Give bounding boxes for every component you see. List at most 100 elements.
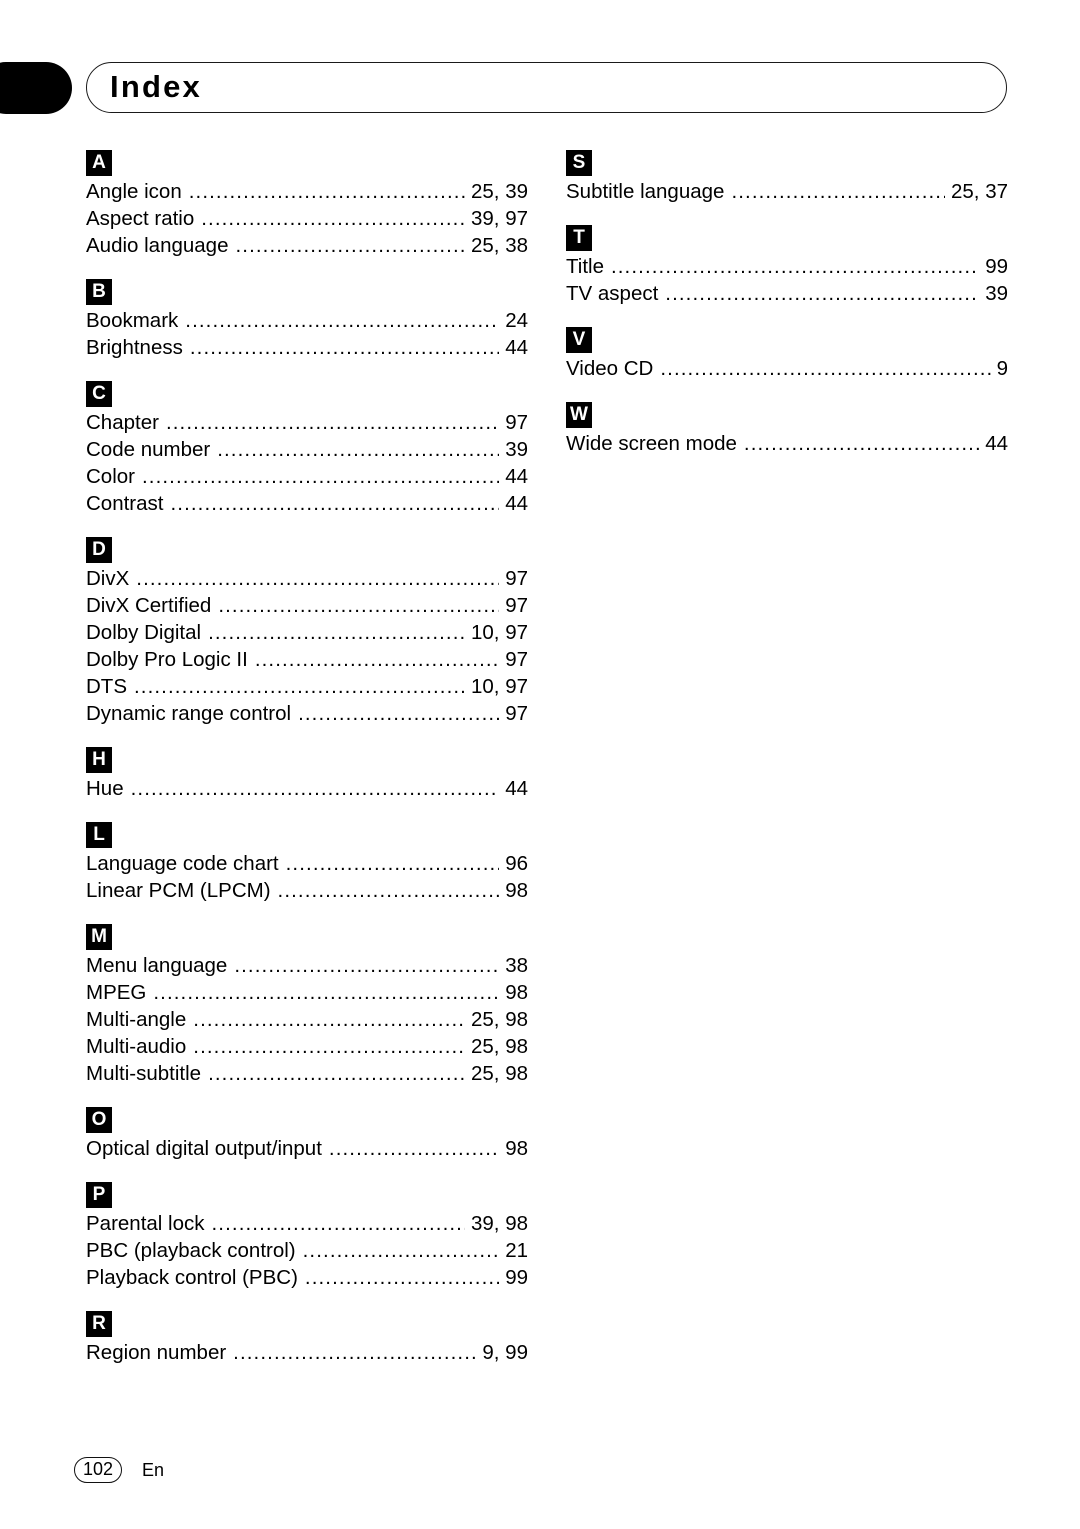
dot-leader xyxy=(255,646,499,673)
dot-leader xyxy=(744,430,979,457)
dot-leader xyxy=(278,877,500,904)
dot-leader xyxy=(190,334,499,361)
dot-leader xyxy=(611,253,979,280)
page-number-badge: 102 xyxy=(74,1457,122,1483)
index-entry[interactable]: Optical digital output/input 98 xyxy=(86,1135,528,1162)
index-entry-term: Hue xyxy=(86,777,124,800)
index-entry[interactable]: Hue 44 xyxy=(86,775,528,802)
index-entry-term: Chapter xyxy=(86,411,159,434)
index-section-r: R Region number 9, 99 xyxy=(86,1311,528,1366)
index-entry[interactable]: MPEG 98 xyxy=(86,979,528,1006)
index-entry[interactable]: Dolby Digital 10, 97 xyxy=(86,619,528,646)
dot-leader xyxy=(218,592,499,619)
index-entry[interactable]: Chapter 97 xyxy=(86,409,528,436)
dot-leader xyxy=(193,1033,465,1060)
dot-leader xyxy=(329,1135,499,1162)
index-entry[interactable]: Subtitle language 25, 37 xyxy=(566,178,1008,205)
index-entry-term: Angle icon xyxy=(86,180,182,203)
index-section-h: H Hue 44 xyxy=(86,747,528,802)
index-column-left: A Angle icon 25, 39Aspect ratio39, 97Audio… xyxy=(86,150,528,1366)
index-entry[interactable]: Playback control (PBC) 99 xyxy=(86,1264,528,1291)
index-entry[interactable]: Aspect ratio 39, 97 xyxy=(86,205,528,232)
index-entry-page-number: 39 xyxy=(985,282,1008,305)
index-entry[interactable]: TV aspect 39 xyxy=(566,280,1008,307)
index-entry[interactable]: Code number 39 xyxy=(86,436,528,463)
index-entry-term: Audio language xyxy=(86,234,229,257)
dot-leader xyxy=(166,409,499,436)
dot-leader xyxy=(665,280,979,307)
index-entry[interactable]: Dolby Pro Logic II 97 xyxy=(86,646,528,673)
index-entry-term: Subtitle language xyxy=(566,180,725,203)
index-entry[interactable]: DTS 10, 97 xyxy=(86,673,528,700)
index-entry[interactable]: Contrast 44 xyxy=(86,490,528,517)
index-entry[interactable]: Region number 9, 99 xyxy=(86,1339,528,1366)
index-entry-page-number: 25, 98 xyxy=(471,1008,528,1031)
index-entry[interactable]: Language code chart 96 xyxy=(86,850,528,877)
index-section-c: C Chapter 97 Code number 39 Color 44 Contrast 44 xyxy=(86,381,528,517)
index-entry-term: Aspect ratio xyxy=(86,207,195,230)
index-entry-page-number: 97 xyxy=(505,411,528,434)
index-entry[interactable]: Multi-audio 25, 98 xyxy=(86,1033,528,1060)
index-entry-page-number: 38 xyxy=(505,954,528,977)
section-letter-badge: D xyxy=(86,537,112,563)
index-entry-page-number: 9, 99 xyxy=(482,1341,528,1364)
index-entry-term: Video CD xyxy=(566,357,654,380)
index-entry[interactable]: Video CD 9 xyxy=(566,355,1008,382)
section-letter-badge: L xyxy=(86,822,112,848)
page-footer: 102 En xyxy=(0,1457,1080,1497)
index-entry[interactable]: Color 44 xyxy=(86,463,528,490)
index-entry-term: Dynamic range control xyxy=(86,702,292,725)
index-section-d: D DivX 97 DivX Certified 97 Dolby Digital 10, … xyxy=(86,537,528,727)
index-entry-page-number: 96 xyxy=(505,852,528,875)
dot-leader xyxy=(233,1339,476,1366)
section-letter-badge: A xyxy=(86,150,112,176)
page-title: Index xyxy=(110,69,202,104)
index-entry[interactable]: Menu language 38 xyxy=(86,952,528,979)
index-entry[interactable]: PBC (playback control) 21 xyxy=(86,1237,528,1264)
index-entry[interactable]: DivX Certified 97 xyxy=(86,592,528,619)
index-entry[interactable]: Bookmark 24 xyxy=(86,307,528,334)
index-entry-term: Multi-angle xyxy=(86,1008,187,1031)
index-entry[interactable]: DivX 97 xyxy=(86,565,528,592)
index-entry-term: Color xyxy=(86,465,135,488)
index-entry[interactable]: Parental lock 39, 98 xyxy=(86,1210,528,1237)
index-entry[interactable]: Title 99 xyxy=(566,253,1008,280)
index-entry-term: Contrast xyxy=(86,492,164,515)
dot-leader xyxy=(170,490,499,517)
index-entry-page-number: 10, 97 xyxy=(471,621,528,644)
index-entry-term: Menu language xyxy=(86,954,228,977)
index-entry-page-number: 21 xyxy=(505,1239,528,1262)
index-entry-page-number: 97 xyxy=(505,648,528,671)
footer-language-code: En xyxy=(142,1460,165,1480)
index-entry[interactable]: Brightness 44 xyxy=(86,334,528,361)
section-letter-badge: S xyxy=(566,150,592,176)
index-entry-term: Optical digital output/input xyxy=(86,1137,322,1160)
index-section-m: MMenu language38MPEG98Multi-angle25, 98M… xyxy=(86,924,528,1087)
index-entry-term: DTS xyxy=(86,675,127,698)
dot-leader xyxy=(217,436,499,463)
header-title-pill xyxy=(86,62,1007,113)
index-section-b: B Bookmark 24 Brightness 44 xyxy=(86,279,528,361)
index-entry-page-number: 25, 98 xyxy=(471,1062,528,1085)
index-entry-page-number: 99 xyxy=(985,255,1008,278)
index-entry[interactable]: Multi-subtitle 25, 98 xyxy=(86,1060,528,1087)
index-entry[interactable]: Wide screen mode 44 xyxy=(566,430,1008,457)
index-entry-term: Region number xyxy=(86,1341,227,1364)
index-entry[interactable]: Multi-angle 25, 98 xyxy=(86,1006,528,1033)
dot-leader xyxy=(142,463,499,490)
index-entry-page-number: 44 xyxy=(505,777,528,800)
index-entry[interactable]: Dynamic range control 97 xyxy=(86,700,528,727)
index-section-w: W Wide screen mode 44 xyxy=(566,402,1008,457)
section-letter-badge: O xyxy=(86,1107,112,1133)
index-entry-term: Dolby Digital xyxy=(86,621,202,644)
header-tab-marker-icon xyxy=(0,62,72,114)
index-entry-page-number: 25, 37 xyxy=(951,180,1008,203)
index-entry-term: Playback control (PBC) xyxy=(86,1266,298,1289)
dot-leader xyxy=(303,1237,500,1264)
index-entry-page-number: 25, 39 xyxy=(471,180,528,203)
section-letter-badge: V xyxy=(566,327,592,353)
index-entry[interactable]: Audio language 25, 38 xyxy=(86,232,528,259)
index-entry-page-number: 97 xyxy=(505,702,528,725)
index-entry[interactable]: Linear PCM (LPCM) 98 xyxy=(86,877,528,904)
index-entry[interactable]: Angle icon 25, 39 xyxy=(86,178,528,205)
